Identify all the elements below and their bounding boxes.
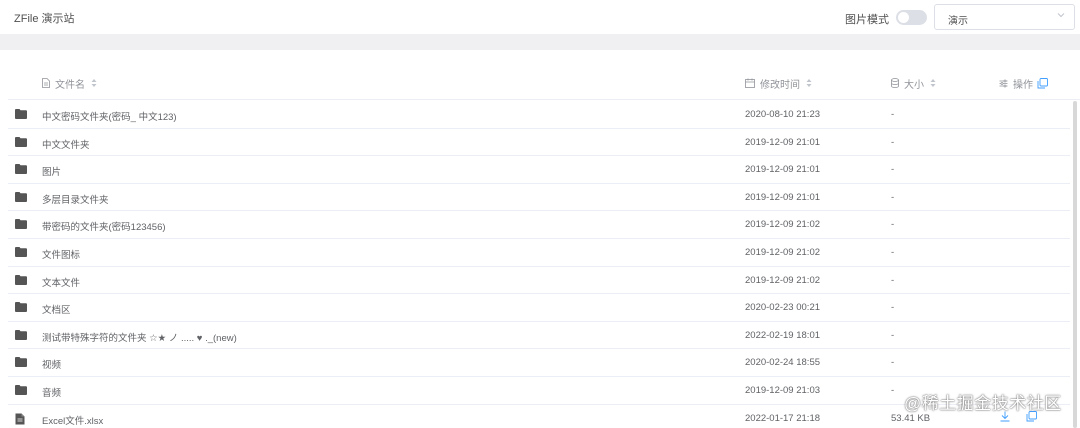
column-header-ops: 操作 [999,76,1053,91]
row-name[interactable]: 中文文件夹 [42,137,90,151]
database-icon [891,78,899,88]
image-mode-toggle[interactable] [896,10,927,25]
row-modified-time: 2019-12-09 21:03 [745,385,821,396]
row-name[interactable]: 图片 [42,164,61,178]
folder-icon [15,329,27,340]
table-row[interactable]: 带密码的文件夹(密码123456) 2019-12-09 21:02 - [8,211,1070,239]
row-modified-time: 2020-08-10 21:23 [745,109,821,120]
drive-select-value: 演示 [948,16,968,27]
sort-icon[interactable] [930,78,936,88]
row-modified-time: 2019-12-09 21:02 [745,219,821,231]
column-ops-label: 操作 [1013,79,1033,91]
row-modified-time: 2022-02-19 18:01 [745,329,821,341]
row-size: - [891,219,895,231]
toggle-knob [898,12,909,23]
column-header-size[interactable]: 大小 [891,76,941,91]
image-mode-label: 图片模式 [845,14,889,26]
sort-icon[interactable] [91,78,97,88]
calendar-icon [745,78,755,88]
folder-icon [15,219,27,230]
chevron-down-icon [1057,13,1065,18]
column-header-name[interactable]: 文件名 [42,76,102,91]
top-bar: ZFile 演示站 图片模式 演示 [0,0,1080,34]
folder-icon [15,274,27,285]
table-row[interactable]: 文档区 2020-02-23 00:21 - [8,294,1070,322]
row-modified-time: 2019-12-09 21:01 [745,136,821,148]
sort-icon[interactable] [806,78,812,88]
column-time-label: 修改时间 [760,79,800,91]
row-size: - [891,274,895,286]
row-name[interactable]: 文档区 [42,302,71,316]
row-size: - [891,302,895,314]
row-name[interactable]: 音频 [42,385,61,399]
table-row[interactable]: 中文文件夹 2019-12-09 21:01 - [8,129,1070,157]
table-row[interactable]: 视频 2020-02-24 18:55 - [8,349,1070,377]
row-modified-time: 2022-01-17 21:18 [745,412,821,424]
folder-icon [15,164,27,175]
row-name[interactable]: 测试带特殊字符的文件夹 ☆★ ノ ..... ♥ ._(new) [42,330,237,344]
watermark: @稀土掘金技术社区 [904,394,1062,413]
row-name[interactable]: 文本文件 [42,275,80,289]
folder-icon [15,357,27,368]
file-table: 文件名 修改时间 大小 操作 中文密码文件夹(密码_ 中文123) 2020-0… [8,50,1080,428]
column-size-label: 大小 [904,79,924,91]
drive-select[interactable]: 演示 [934,4,1075,30]
row-size: - [891,329,895,341]
row-size: 53.41 KB [891,412,931,424]
table-row[interactable]: 测试带特殊字符的文件夹 ☆★ ノ ..... ♥ ._(new) 2022-02-… [8,322,1070,350]
folder-icon [15,191,27,202]
row-size: - [891,247,895,258]
folder-icon [15,247,27,257]
row-modified-time: 2020-02-24 18:55 [745,357,821,369]
sliders-icon [999,79,1008,87]
file-icon [42,78,50,88]
row-name[interactable]: 中文密码文件夹(密码_ 中文123) [42,109,177,123]
row-size: - [891,357,895,369]
row-modified-time: 2019-12-09 21:02 [745,274,821,286]
row-size: - [891,164,895,176]
folder-icon [15,302,27,313]
row-size: - [891,385,895,396]
table-row[interactable]: 多层目录文件夹 2019-12-09 21:01 - [8,184,1070,212]
row-name[interactable]: 带密码的文件夹(密码123456) [42,219,166,233]
table-row[interactable]: 图片 2019-12-09 21:01 - [8,156,1070,184]
table-header: 文件名 修改时间 大小 操作 [8,66,1080,100]
table-row[interactable]: 文本文件 2019-12-09 21:02 - [8,267,1070,295]
row-name[interactable]: 视频 [42,357,61,371]
row-modified-time: 2019-12-09 21:01 [745,191,821,203]
row-name[interactable]: 多层目录文件夹 [42,192,109,206]
row-size: - [891,109,895,120]
row-name[interactable]: Excel文件.xlsx [42,413,103,427]
row-modified-time: 2019-12-09 21:02 [745,247,821,258]
copy-all-icon[interactable] [1037,77,1048,89]
file-icon [15,413,27,425]
scrollbar[interactable] [1073,101,1077,428]
folder-icon [15,385,27,395]
row-size: - [891,136,895,148]
row-size: - [891,191,895,203]
folder-icon [15,136,27,147]
row-modified-time: 2020-02-23 00:21 [745,302,821,314]
column-header-time[interactable]: 修改时间 [745,76,817,91]
column-name-label: 文件名 [55,79,85,91]
folder-icon [15,109,27,119]
table-row[interactable]: 文件图标 2019-12-09 21:02 - [8,239,1070,267]
site-title[interactable]: ZFile 演示站 [14,10,75,26]
row-modified-time: 2019-12-09 21:01 [745,164,821,176]
header-divider-band [0,34,1080,50]
row-name[interactable]: 文件图标 [42,247,80,261]
table-row[interactable]: 中文密码文件夹(密码_ 中文123) 2020-08-10 21:23 - [8,101,1070,129]
